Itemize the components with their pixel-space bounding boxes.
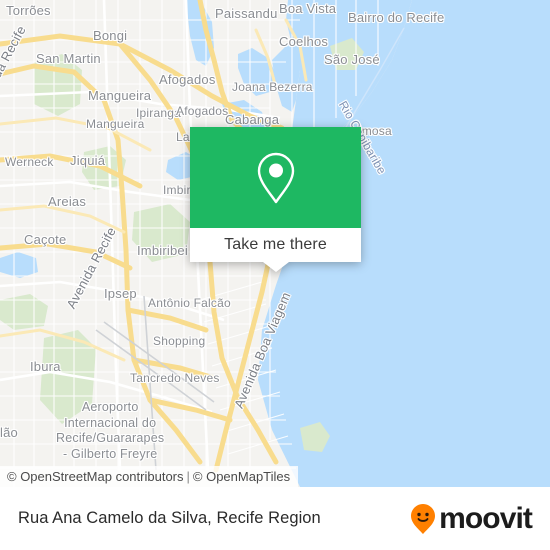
- map-pin-icon: [257, 152, 294, 203]
- location-popup-card[interactable]: Take me there: [190, 127, 361, 272]
- popup-header: [190, 127, 361, 228]
- map-attribution[interactable]: © OpenStreetMap contributors | © OpenMap…: [0, 466, 299, 487]
- popup-pointer: [262, 262, 289, 272]
- moovit-logo[interactable]: moovit: [410, 501, 533, 535]
- moovit-wordmark: moovit: [439, 501, 533, 535]
- moovit-map-screen: Torrões Paissandu Boa Vista Bairro do Recif…: [0, 0, 550, 550]
- location-title: Rua Ana Camelo da Silva, Recife Region: [18, 509, 321, 527]
- moovit-smiley-pin-icon: [411, 503, 436, 534]
- attribution-separator: |: [186, 469, 190, 484]
- map-canvas[interactable]: Torrões Paissandu Boa Vista Bairro do Recif…: [0, 0, 550, 487]
- attribution-osm[interactable]: © OpenStreetMap contributors: [7, 469, 184, 484]
- take-me-there-label: Take me there: [224, 236, 327, 253]
- footer-bar: Rua Ana Camelo da Silva, Recife Region m…: [0, 487, 550, 550]
- attribution-tiles[interactable]: © OpenMapTiles: [193, 469, 290, 484]
- take-me-there-button[interactable]: Take me there: [190, 228, 361, 262]
